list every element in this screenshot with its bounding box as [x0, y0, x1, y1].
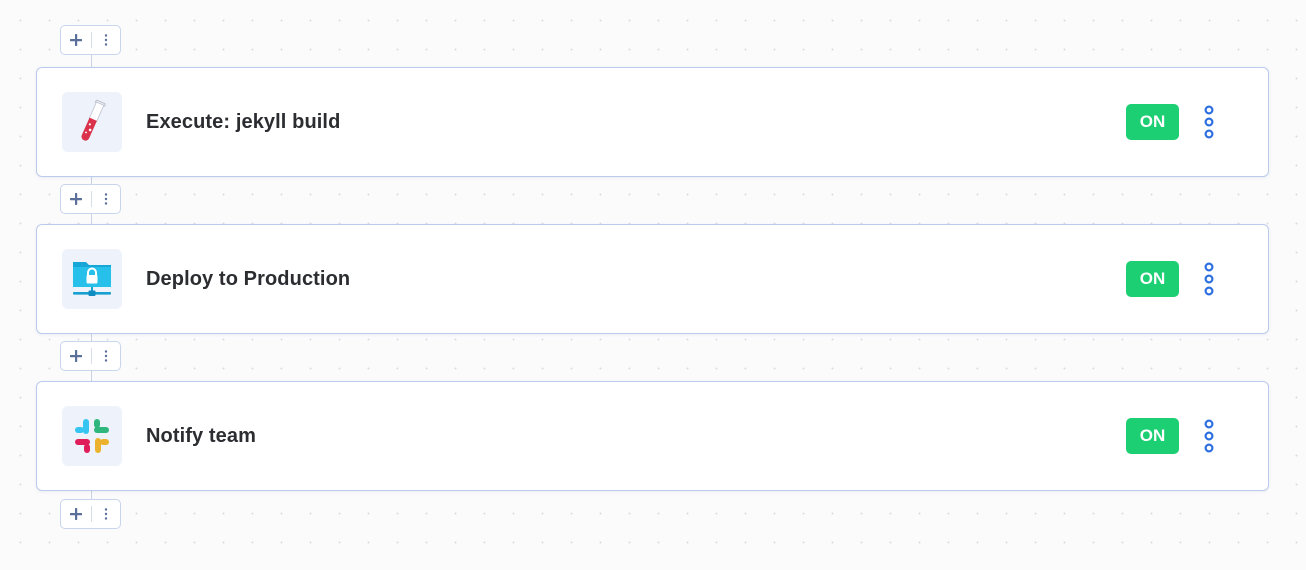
step-menu-button[interactable] — [1197, 259, 1221, 299]
connector-line — [91, 490, 92, 499]
add-step-button[interactable] — [61, 500, 91, 528]
step-title: Execute: jekyll build — [146, 110, 341, 133]
step-card[interactable]: Deploy to Production ON — [36, 224, 1269, 334]
insert-options-button[interactable] — [92, 185, 120, 213]
insert-options-button[interactable] — [92, 500, 120, 528]
kebab-menu-icon — [1204, 105, 1214, 139]
slack-icon — [62, 406, 122, 466]
insert-options-button[interactable] — [92, 342, 120, 370]
connector-line — [91, 54, 92, 67]
plus-icon — [69, 34, 82, 46]
vertical-dots-icon — [104, 34, 108, 46]
pipeline-canvas: Execute: jekyll build ON Deploy to Produ… — [0, 0, 1306, 570]
kebab-menu-icon — [1204, 419, 1214, 453]
plus-icon — [69, 508, 82, 520]
plus-icon — [69, 350, 82, 362]
kebab-menu-icon — [1204, 262, 1214, 296]
insert-options-button[interactable] — [92, 26, 120, 54]
step-enabled-toggle[interactable]: ON — [1126, 418, 1179, 454]
step-card[interactable]: Notify team ON — [36, 381, 1269, 491]
step-menu-button[interactable] — [1197, 102, 1221, 142]
add-step-group — [60, 499, 121, 529]
vertical-dots-icon — [104, 508, 108, 520]
step-title: Notify team — [146, 424, 257, 447]
add-step-group — [60, 341, 121, 371]
step-enabled-toggle[interactable]: ON — [1126, 104, 1179, 140]
add-step-button[interactable] — [61, 342, 91, 370]
secure-server-folder-icon — [62, 249, 122, 309]
add-step-group — [60, 184, 121, 214]
vertical-dots-icon — [104, 350, 108, 362]
add-step-button[interactable] — [61, 185, 91, 213]
plus-icon — [69, 193, 82, 205]
step-title: Deploy to Production — [146, 267, 351, 290]
vertical-dots-icon — [104, 193, 108, 205]
add-step-button[interactable] — [61, 26, 91, 54]
step-menu-button[interactable] — [1197, 416, 1221, 456]
step-card[interactable]: Execute: jekyll build ON — [36, 67, 1269, 177]
step-enabled-toggle[interactable]: ON — [1126, 261, 1179, 297]
add-step-group — [60, 25, 121, 55]
test-tube-icon — [62, 92, 122, 152]
